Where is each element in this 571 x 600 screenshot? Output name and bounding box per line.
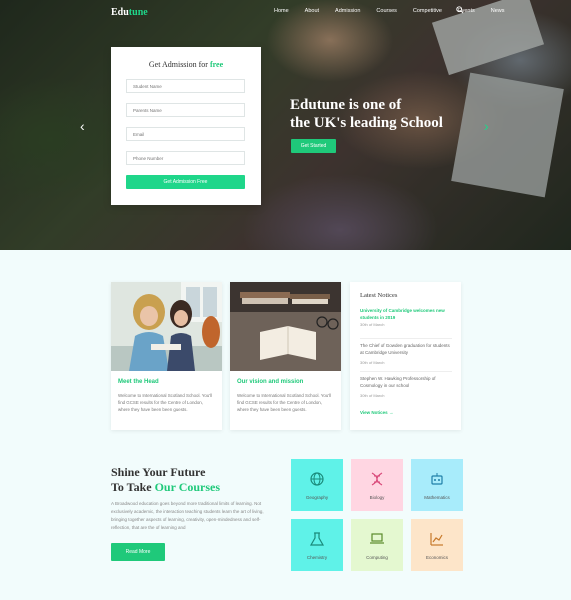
notice-item-link[interactable]: The Chief of Gowden graduation for stude… — [360, 342, 452, 356]
course-tile-mathematics[interactable]: Mathematics — [411, 459, 463, 511]
dna-icon — [371, 471, 383, 486]
card-title[interactable]: Our vision and mission — [237, 379, 303, 385]
parents-name-input[interactable] — [126, 103, 245, 117]
nav-item-news[interactable]: News — [491, 8, 505, 14]
globe-icon — [310, 471, 324, 486]
notice-date: 30th of March — [360, 322, 385, 327]
courses-description: A Broadwood education goes beyond more t… — [111, 501, 264, 530]
students-photo — [111, 282, 222, 371]
course-tile-chemistry[interactable]: Chemistry — [291, 519, 343, 571]
course-label: Mathematics — [424, 494, 450, 500]
books-photo — [230, 282, 341, 371]
course-label: Biology — [369, 494, 385, 500]
search-icon[interactable] — [456, 6, 464, 14]
student-name-input[interactable] — [126, 79, 245, 93]
course-label: Computing — [366, 554, 388, 560]
robot-icon — [431, 472, 443, 485]
notice-item-link[interactable]: Stephen W. Hawking Professorship of Cosm… — [360, 375, 452, 389]
get-admission-button[interactable]: Get Admission Free — [126, 175, 245, 189]
books-photo-illustration — [230, 282, 341, 371]
hero-headline: Edutune is one of the UK's leading Schoo… — [290, 96, 480, 132]
site-logo[interactable]: Edutune — [111, 7, 148, 18]
slider-next-icon[interactable]: › — [484, 118, 489, 134]
course-label: Geography — [305, 494, 329, 500]
get-started-button[interactable]: Get Started — [291, 139, 336, 153]
notices-heading: Latest Notices — [360, 292, 398, 299]
nav-item-admission[interactable]: Admission — [335, 8, 360, 14]
course-tile-economics[interactable]: Economics — [411, 519, 463, 571]
notice-divider — [360, 338, 452, 339]
admission-form-title-text: Get Admission for — [148, 60, 208, 69]
hero-banner: Edutune Home About Admission Courses Com… — [0, 0, 571, 250]
flask-icon — [309, 531, 325, 546]
view-notices-link[interactable]: View Notices → — [360, 410, 393, 415]
courses-heading-line: To Take — [111, 480, 152, 494]
hero-headline-line: Edutune is one of — [290, 97, 402, 113]
read-more-button[interactable]: Read More — [111, 543, 165, 561]
courses-heading-line: Shine Your Future — [111, 465, 206, 479]
hero-headline-line: the UK's leading School — [290, 115, 443, 131]
logo-accent-text: tune — [128, 7, 148, 18]
nav-item-competitive[interactable]: Competitive — [413, 8, 442, 14]
card-title[interactable]: Meet the Head — [118, 379, 159, 385]
course-label: Chemistry — [306, 554, 328, 560]
course-tile-biology[interactable]: Biology — [351, 459, 403, 511]
chart-icon — [430, 532, 443, 546]
courses-heading: Shine Your Future To Take Our Courses — [111, 465, 220, 495]
students-photo-illustration — [111, 282, 222, 371]
logo-text: Edu — [111, 7, 129, 18]
email-input[interactable] — [126, 127, 245, 141]
card-text: Welcome to International Scotland School… — [118, 393, 212, 412]
phone-number-input[interactable] — [126, 151, 245, 165]
notice-date: 30th of March — [360, 393, 385, 398]
notice-divider — [360, 371, 452, 372]
courses-heading-accent: Our Courses — [154, 480, 221, 494]
card-text: Welcome to International Scotland School… — [237, 393, 331, 412]
admission-form-title: Get Admission for free — [111, 60, 261, 69]
latest-notices-card: Latest Notices — [350, 282, 461, 430]
course-tile-geography[interactable]: Geography — [291, 459, 343, 511]
notice-date: 30th of March — [360, 360, 385, 365]
nav-item-about[interactable]: About — [305, 8, 319, 14]
nav-item-courses[interactable]: Courses — [376, 8, 396, 14]
laptop-icon — [370, 532, 384, 544]
meet-the-head-card: Meet the Head Welcome to International S… — [111, 282, 222, 430]
slider-prev-icon[interactable]: ‹ — [80, 118, 85, 134]
vision-mission-card: Our vision and mission Welcome to Intern… — [230, 282, 341, 430]
view-notices-label: View Notices — [360, 410, 388, 415]
course-tile-computing[interactable]: Computing — [351, 519, 403, 571]
notice-item-link[interactable]: University of Cambridge welcomes new stu… — [360, 307, 452, 321]
admission-form-title-accent: free — [209, 60, 224, 69]
arrow-right-icon: → — [388, 410, 394, 415]
nav-item-home[interactable]: Home — [274, 8, 289, 14]
main-nav: Home About Admission Courses Competitive… — [274, 8, 521, 14]
course-label: Economics — [425, 554, 448, 560]
